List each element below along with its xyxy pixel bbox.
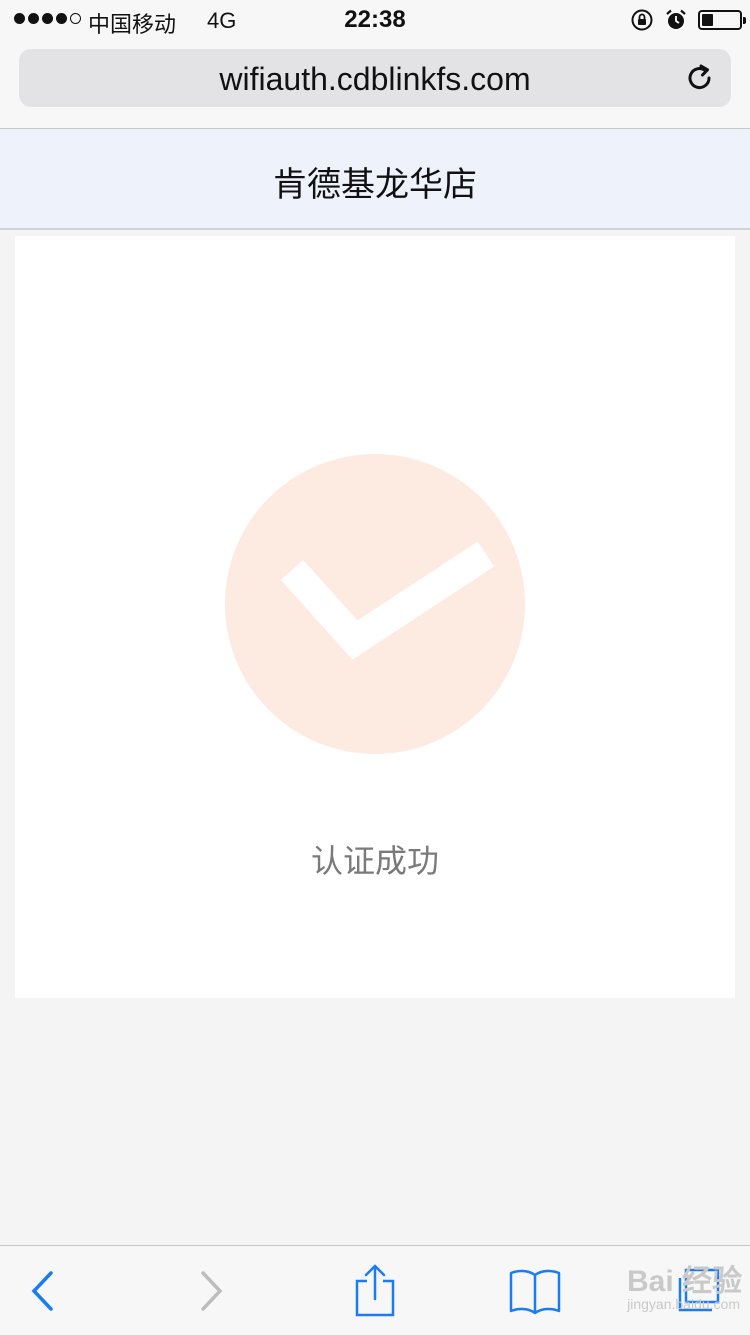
- page-title: 肯德基龙华店: [273, 166, 477, 204]
- chevron-left-icon: [31, 1270, 53, 1311]
- forward-button[interactable]: [176, 1246, 246, 1335]
- status-bar: 中国移动 4G 22:38: [0, 0, 750, 40]
- page-header: 肯德基龙华店: [0, 129, 750, 230]
- battery-icon: [698, 10, 746, 30]
- status-message: 认证成功: [310, 843, 439, 879]
- browser-address-area: wifiauth.cdblinkfs.com: [0, 40, 750, 129]
- checkmark-icon: [280, 541, 495, 660]
- battery-level: [702, 14, 713, 26]
- share-icon: [355, 1263, 395, 1316]
- watermark-url: jingyan.baidu.com: [627, 1296, 740, 1312]
- watermark-logo: Bai 经验: [626, 1265, 742, 1298]
- alarm-icon: [666, 9, 686, 29]
- share-button[interactable]: [340, 1246, 410, 1335]
- book-icon: [509, 1269, 561, 1314]
- orientation-lock-icon: [631, 9, 653, 31]
- result-card: 认证成功: [15, 236, 735, 998]
- success-circle: [225, 454, 525, 754]
- address-bar[interactable]: wifiauth.cdblinkfs.com: [19, 49, 731, 107]
- bookmarks-button[interactable]: [500, 1246, 570, 1335]
- back-button[interactable]: [8, 1246, 78, 1335]
- chevron-right-icon: [201, 1270, 223, 1311]
- url-text[interactable]: wifiauth.cdblinkfs.com: [19, 61, 731, 98]
- reload-icon[interactable]: [683, 61, 717, 95]
- browser-toolbar: Bai 经验 jingyan.baidu.com: [0, 1245, 750, 1335]
